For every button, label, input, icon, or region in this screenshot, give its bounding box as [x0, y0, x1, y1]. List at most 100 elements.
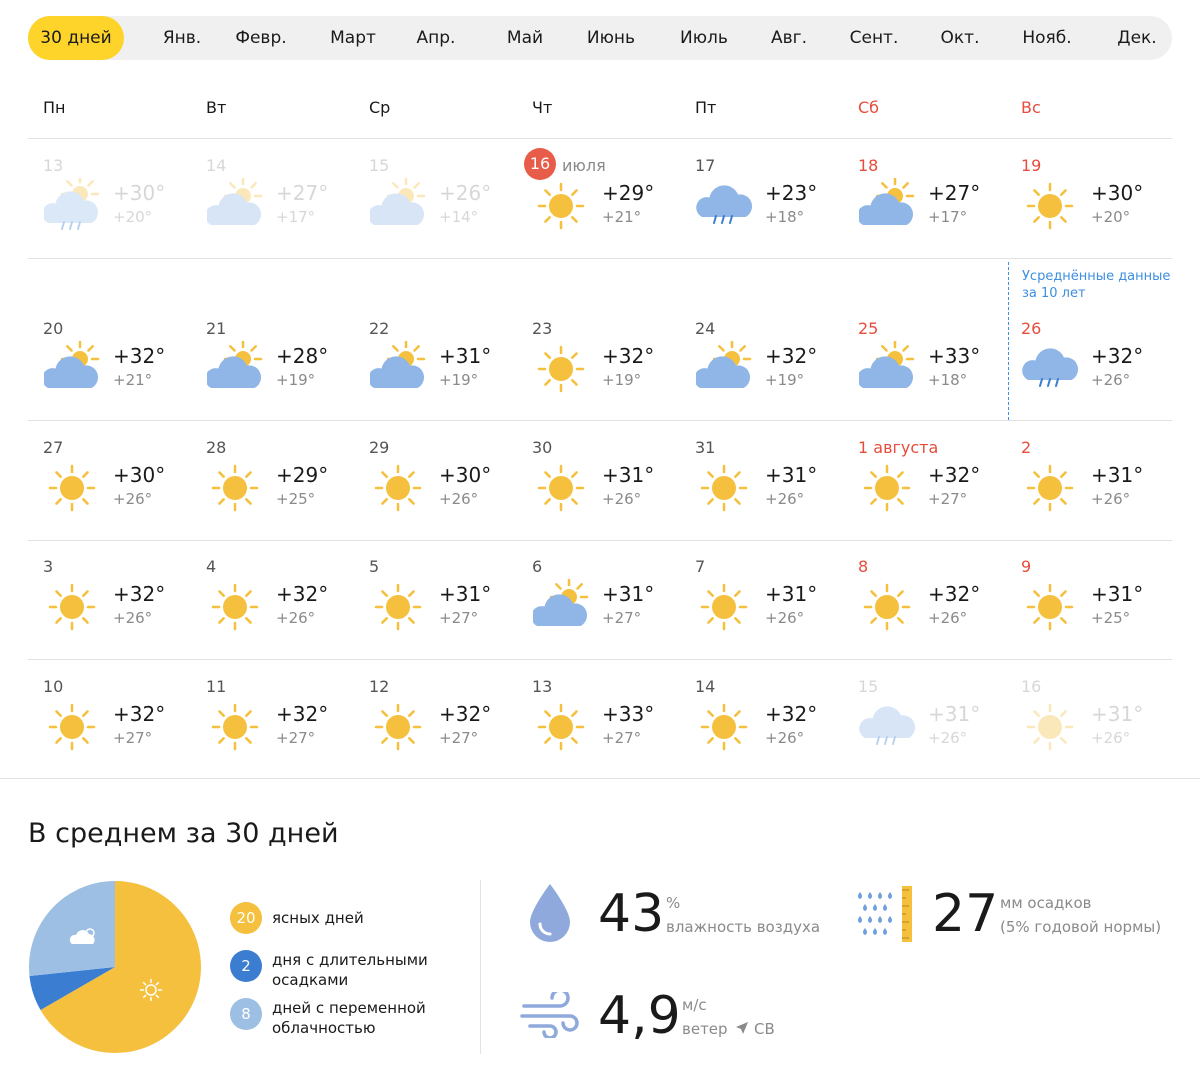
- day-cell[interactable]: 11 +32° +27°: [191, 677, 354, 767]
- day-date: 13: [532, 677, 553, 696]
- day-cell[interactable]: 17 +23° +18°: [680, 156, 843, 246]
- day-high-temp: +27°: [928, 181, 981, 205]
- day-cell[interactable]: 15 +26° +14°: [354, 156, 517, 246]
- wind-direction-arrow-icon: [736, 1022, 748, 1034]
- day-high-temp: +23°: [765, 181, 818, 205]
- day-cell[interactable]: 2 +31° +26°: [1006, 438, 1169, 528]
- tab-5[interactable]: Май: [488, 16, 562, 60]
- day-cell[interactable]: 25 +33° +18°: [843, 319, 1006, 409]
- day-high-temp: +32°: [1091, 344, 1144, 368]
- sun-icon: [537, 182, 585, 230]
- weekday-label: Пн: [43, 98, 66, 117]
- day-cell[interactable]: 9 +31° +25°: [1006, 557, 1169, 647]
- precipitation-label: (5% годовой нормы): [1000, 918, 1162, 936]
- tab-7[interactable]: Июль: [664, 16, 744, 60]
- day-low-temp: +14°: [439, 208, 479, 226]
- tab-12[interactable]: Дек.: [1102, 16, 1172, 60]
- sky-condition-pie: [29, 881, 202, 1053]
- day-high-temp: +30°: [113, 181, 166, 205]
- day-cell[interactable]: 10 +32° +27°: [28, 677, 191, 767]
- day-low-temp: +27°: [276, 729, 316, 747]
- tab-11[interactable]: Нояб.: [1006, 16, 1088, 60]
- sun-icon: [1026, 583, 1074, 631]
- day-cell[interactable]: 12 +32° +27°: [354, 677, 517, 767]
- tab-0[interactable]: 30 дней: [28, 16, 124, 60]
- partly-cloudy-icon: [859, 178, 915, 225]
- day-date: 16 июля: [524, 148, 606, 180]
- day-date: 2: [1021, 438, 1032, 457]
- day-low-temp: +27°: [928, 490, 968, 508]
- day-cell[interactable]: 14 +32° +26°: [680, 677, 843, 767]
- week-row-divider: [28, 420, 1172, 421]
- day-cell[interactable]: 24 +32° +19°: [680, 319, 843, 409]
- partly-cloudy-icon: [696, 341, 752, 388]
- day-high-temp: +32°: [439, 702, 492, 726]
- day-date: 10: [43, 677, 64, 696]
- day-high-temp: +31°: [1091, 702, 1144, 726]
- day-cell[interactable]: 18 +27° +17°: [843, 156, 1006, 246]
- day-date: 4: [206, 557, 217, 576]
- day-date: 7: [695, 557, 706, 576]
- tab-9[interactable]: Сент.: [834, 16, 914, 60]
- day-cell[interactable]: 13 +33° +27°: [517, 677, 680, 767]
- day-cell[interactable]: 29 +30° +26°: [354, 438, 517, 528]
- humidity-drop-icon: [530, 884, 570, 942]
- sun-icon: [374, 464, 422, 512]
- day-cell[interactable]: 19 +30° +20°: [1006, 156, 1169, 246]
- day-cell[interactable]: 31 +31° +26°: [680, 438, 843, 528]
- day-cell[interactable]: 20 +32° +21°: [28, 319, 191, 409]
- day-low-temp: +26°: [113, 609, 153, 627]
- day-cell[interactable]: 7 +31° +26°: [680, 557, 843, 647]
- day-date: 28: [206, 438, 227, 457]
- legend-label-rain: дня с длительными осадками: [272, 951, 428, 989]
- day-date: 25: [858, 319, 879, 338]
- day-cell[interactable]: 3 +32° +26°: [28, 557, 191, 647]
- day-cell[interactable]: 27 +30° +26°: [28, 438, 191, 528]
- sun-icon: [48, 703, 96, 751]
- sun-icon: [48, 583, 96, 631]
- day-cell[interactable]: 4 +32° +26°: [191, 557, 354, 647]
- day-date: 19: [1021, 156, 1042, 175]
- day-high-temp: +31°: [602, 582, 655, 606]
- tab-6[interactable]: Июнь: [572, 16, 650, 60]
- day-low-temp: +25°: [1091, 609, 1131, 627]
- day-low-temp: +18°: [765, 208, 805, 226]
- tab-8[interactable]: Авг.: [754, 16, 824, 60]
- day-cell[interactable]: 15 +31° +26°: [843, 677, 1006, 767]
- day-low-temp: +26°: [1091, 371, 1131, 389]
- day-low-temp: +26°: [602, 490, 642, 508]
- day-cell[interactable]: 30 +31° +26°: [517, 438, 680, 528]
- day-cell[interactable]: 16 +31° +26°: [1006, 677, 1169, 767]
- day-cell[interactable]: 8 +32° +26°: [843, 557, 1006, 647]
- day-low-temp: +21°: [113, 371, 153, 389]
- tab-2[interactable]: Февр.: [226, 16, 296, 60]
- tab-4[interactable]: Апр.: [402, 16, 470, 60]
- day-cell[interactable]: 21 +28° +19°: [191, 319, 354, 409]
- tab-1[interactable]: Янв.: [146, 16, 218, 60]
- weekday-label: Сб: [858, 98, 880, 117]
- day-low-temp: +18°: [928, 371, 968, 389]
- averaged-data-note: Усреднённые данные за 10 лет: [1022, 269, 1171, 301]
- wind-value: 4,9: [598, 986, 681, 1046]
- section-divider: [0, 778, 1200, 779]
- day-low-temp: +19°: [765, 371, 805, 389]
- humidity-value: 43: [598, 884, 665, 944]
- day-cell[interactable]: 1 августа +32° +27°: [843, 438, 1006, 528]
- tab-3[interactable]: Март: [318, 16, 388, 60]
- day-high-temp: +32°: [928, 463, 981, 487]
- day-cell[interactable]: 26 +32° +26°: [1006, 319, 1169, 409]
- day-cell[interactable]: 28 +29° +25°: [191, 438, 354, 528]
- day-cell[interactable]: 16 июля +29° +21°: [517, 148, 680, 246]
- day-date: 14: [206, 156, 227, 175]
- day-cell[interactable]: 22 +31° +19°: [354, 319, 517, 409]
- sun-icon: [374, 583, 422, 631]
- sun-icon: [1026, 703, 1074, 751]
- day-cell[interactable]: 14 +27° +17°: [191, 156, 354, 246]
- day-cell[interactable]: 6 +31° +27°: [517, 557, 680, 647]
- day-cell[interactable]: 23 +32° +19°: [517, 319, 680, 409]
- day-low-temp: +27°: [602, 729, 642, 747]
- sun-icon: [863, 583, 911, 631]
- day-cell[interactable]: 5 +31° +27°: [354, 557, 517, 647]
- tab-10[interactable]: Окт.: [924, 16, 996, 60]
- day-cell[interactable]: 13 +30° +20°: [28, 156, 191, 246]
